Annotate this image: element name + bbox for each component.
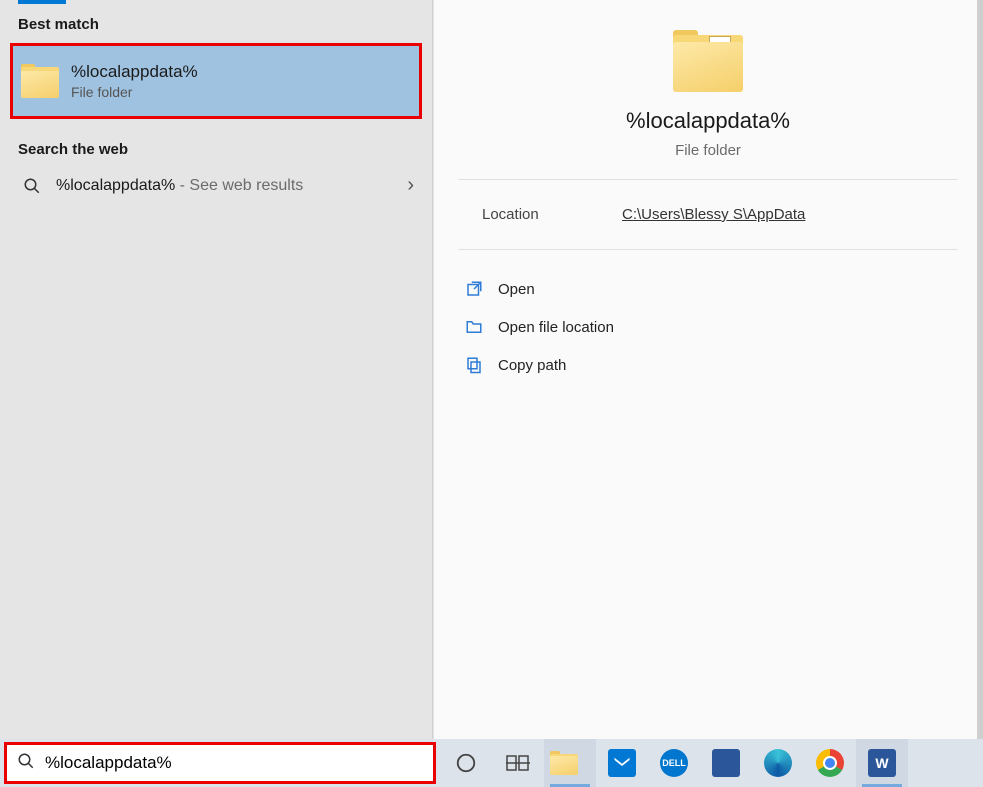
location-value[interactable]: C:\Users\Blessy S\AppData — [622, 206, 805, 223]
web-result-suffix: - See web results — [175, 177, 303, 194]
web-result-text: %localappdata% - See web results — [56, 177, 407, 195]
search-tab-bar — [0, 0, 432, 4]
copy-path-label: Copy path — [498, 357, 566, 374]
open-action[interactable]: Open — [458, 270, 958, 308]
app-tile-icon[interactable] — [700, 739, 752, 787]
search-icon — [17, 752, 35, 775]
best-match-subtitle: File folder — [71, 84, 198, 100]
web-result-term: %localappdata% — [56, 177, 175, 194]
folder-icon — [21, 64, 59, 98]
word-icon[interactable]: W — [856, 739, 908, 787]
preview-location-row: Location C:\Users\Blessy S\AppData — [458, 180, 958, 250]
preview-actions: Open Open file location Copy path — [434, 250, 982, 404]
taskbar-search-box[interactable] — [4, 742, 436, 784]
task-view-icon[interactable] — [492, 739, 544, 787]
active-tab-indicator — [18, 0, 66, 4]
open-location-label: Open file location — [498, 319, 614, 336]
preview-title: %localappdata% — [458, 108, 958, 134]
edge-icon[interactable] — [752, 739, 804, 787]
taskbar: DELL W — [0, 739, 983, 787]
taskbar-icons: DELL W — [440, 739, 908, 787]
copy-icon — [458, 356, 490, 374]
search-input[interactable] — [45, 753, 423, 773]
chevron-right-icon: › — [407, 174, 414, 197]
search-web-label: Search the web — [0, 129, 432, 164]
dell-icon[interactable]: DELL — [648, 739, 700, 787]
copy-path-action[interactable]: Copy path — [458, 346, 958, 384]
best-match-title: %localappdata% — [71, 62, 198, 82]
folder-icon — [673, 30, 743, 92]
open-label: Open — [498, 281, 535, 298]
best-match-label: Best match — [0, 4, 432, 39]
best-match-result[interactable]: %localappdata% File folder — [10, 43, 422, 119]
chrome-icon[interactable] — [804, 739, 856, 787]
open-location-icon — [458, 318, 490, 336]
search-results-panel: Best match %localappdata% File folder Se… — [0, 0, 433, 740]
scrollbar[interactable] — [977, 0, 983, 740]
location-label: Location — [482, 206, 622, 223]
file-explorer-icon[interactable] — [544, 739, 596, 787]
web-result-row[interactable]: %localappdata% - See web results › — [0, 164, 432, 207]
search-icon — [18, 177, 46, 195]
best-match-text: %localappdata% File folder — [71, 62, 198, 100]
cortana-icon[interactable] — [440, 739, 492, 787]
mail-icon[interactable] — [596, 739, 648, 787]
open-location-action[interactable]: Open file location — [458, 308, 958, 346]
open-icon — [458, 280, 490, 298]
preview-panel: %localappdata% File folder Location C:\U… — [434, 0, 982, 740]
preview-subtitle: File folder — [458, 142, 958, 159]
preview-header: %localappdata% File folder — [458, 0, 958, 180]
